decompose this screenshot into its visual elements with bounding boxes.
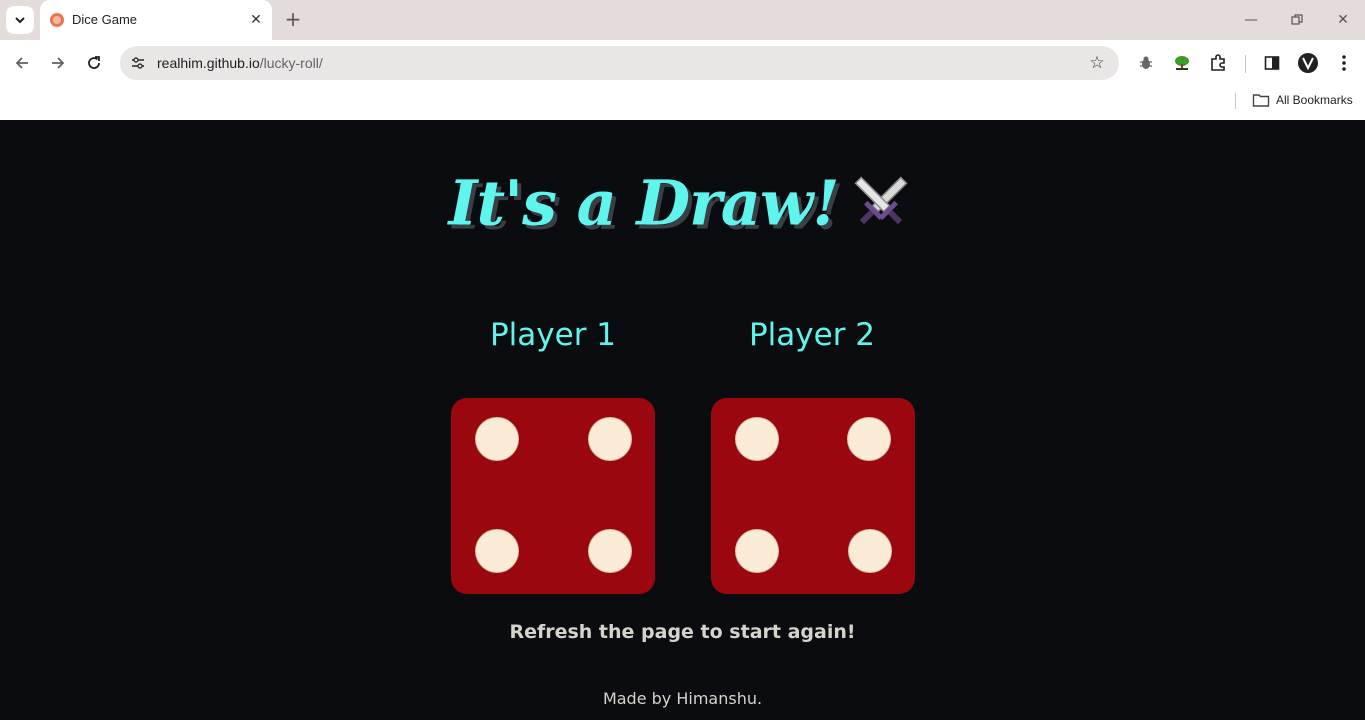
footer-credit: Made by Himanshu. [602, 689, 763, 708]
minimize-button[interactable]: — [1240, 10, 1262, 30]
side-panel-icon[interactable] [1261, 52, 1283, 74]
url-text: realhim.github.io/lucky-roll/ [157, 55, 323, 71]
restore-icon [1291, 14, 1303, 25]
close-window-button[interactable]: ✕ [1332, 10, 1354, 30]
bookmarks-bar: All Bookmarks [0, 86, 1365, 120]
chevron-down-icon [15, 17, 25, 24]
arrow-right-icon [52, 57, 65, 69]
tree-extension-icon[interactable] [1171, 52, 1193, 74]
profile-avatar-icon[interactable] [1297, 52, 1319, 74]
menu-kebab-icon[interactable] [1333, 52, 1355, 74]
die-pip [736, 418, 778, 460]
folder-icon [1252, 94, 1270, 107]
die-pip [476, 530, 518, 572]
tab-strip: Dice Game ✕ + — ✕ [0, 0, 1365, 40]
result-heading: It's a Draw! [0, 161, 1365, 240]
toolbar-divider [1245, 55, 1246, 73]
game-page: It's a Draw! Player 1 Player 2 Refresh t… [0, 121, 1365, 720]
tab-search-button[interactable] [6, 6, 34, 34]
bookmarks-divider [1235, 93, 1236, 109]
reload-button[interactable] [81, 50, 107, 76]
die-pip [848, 418, 890, 460]
extensions-puzzle-icon[interactable] [1207, 52, 1229, 74]
crossed-swords-icon [854, 176, 908, 225]
arrow-left-icon [15, 57, 28, 69]
address-bar[interactable]: realhim.github.io/lucky-roll/ ☆ [120, 46, 1119, 80]
die-pip [849, 530, 891, 572]
site-info-icon[interactable] [128, 53, 148, 73]
back-button[interactable] [9, 50, 35, 76]
refresh-instruction: Refresh the page to start again! [509, 621, 856, 643]
player-2-die [711, 398, 915, 594]
new-tab-button[interactable]: + [282, 7, 304, 31]
url-host: realhim.github.io [157, 55, 260, 71]
die-pip [589, 530, 631, 572]
browser-toolbar: realhim.github.io/lucky-roll/ ☆ [0, 40, 1365, 86]
browser-tab[interactable]: Dice Game ✕ [40, 0, 272, 40]
die-pip [476, 418, 518, 460]
dice-favicon-icon [50, 13, 64, 27]
all-bookmarks-link[interactable]: All Bookmarks [1276, 93, 1353, 107]
bookmark-star-icon[interactable]: ☆ [1086, 52, 1108, 74]
player-2-label: Player 2 [748, 317, 876, 353]
forward-button[interactable] [45, 50, 71, 76]
reload-icon [88, 56, 100, 69]
result-heading-text: It's a Draw! [448, 166, 839, 240]
die-pip [589, 418, 631, 460]
close-icon[interactable]: ✕ [246, 10, 266, 30]
restore-button[interactable] [1286, 10, 1308, 30]
die-pip [736, 530, 778, 572]
player-1-die [451, 398, 655, 594]
url-path: /lucky-roll/ [259, 55, 323, 71]
player-1-label: Player 1 [489, 317, 617, 353]
bug-extension-icon[interactable] [1135, 52, 1157, 74]
tab-title: Dice Game [72, 12, 138, 27]
